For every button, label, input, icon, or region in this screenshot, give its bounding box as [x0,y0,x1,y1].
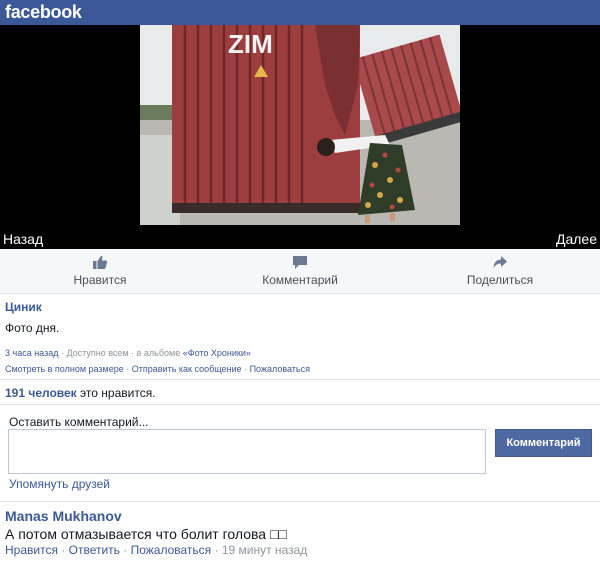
comment-report-link[interactable]: Пожаловаться [131,543,212,557]
comment-button-label: Комментарий [262,273,338,287]
comment-bubble-icon [293,256,307,269]
post-photo[interactable]: ZIM [140,25,460,225]
next-photo-link[interactable]: Далее [556,231,597,247]
mention-friends-link[interactable]: Упомянуть друзей [9,477,110,491]
post-text: Фото дня. [5,321,60,335]
post-timestamp[interactable]: 3 часа назад [5,348,58,358]
post-meta-line-2: Смотреть в полном размере · Отправить ка… [5,364,310,374]
comment-reply-link[interactable]: Ответить [69,543,120,557]
comment-item: Manas Mukhanov А потом отмазывается что … [0,501,600,563]
post-album-prefix: в альбоме [136,348,181,358]
photo-illustration: ZIM [140,25,460,225]
post-privacy: Доступно всем [66,348,129,358]
comment-meta: Нравится · Ответить · Пожаловаться · 19 … [5,543,308,557]
post-meta: 3 часа назад · Доступно всем · в альбоме… [5,345,595,377]
send-as-message-link[interactable]: Отправить как сообщение [132,364,242,374]
photo-viewer: ZIM Назад Далее [0,25,600,249]
like-button-label: Нравится [73,273,127,287]
view-full-size-link[interactable]: Смотреть в полном размере [5,364,124,374]
facebook-logo[interactable]: facebook [5,2,82,23]
report-post-link[interactable]: Пожаловаться [250,364,310,374]
like-button[interactable]: Нравится [30,255,170,287]
likes-summary: 191 человек это нравится. [0,379,600,405]
comment-text: А потом отмазывается что болит голова □□ [5,526,287,542]
comment-form-label: Оставить комментарий... [9,415,149,429]
comment-timestamp: 19 минут назад [221,543,308,557]
top-bar: facebook [0,0,600,25]
post-album-link[interactable]: «Фото Хроники» [183,348,251,358]
post-action-bar: Нравится Комментарий Поделиться [0,249,600,294]
thumbs-up-icon [93,255,108,269]
comment-like-link[interactable]: Нравится [5,543,58,557]
comment-button[interactable]: Комментарий [230,255,370,287]
comment-author[interactable]: Manas Mukhanov [5,508,595,524]
submit-comment-button[interactable]: Комментарий [495,429,592,457]
post-author[interactable]: Циник [5,300,595,314]
likes-count-link[interactable]: 191 человек [5,386,77,400]
comment-form: Оставить комментарий... Комментарий Упом… [0,405,600,501]
post-body: Циник Фото дня. 3 часа назад · Доступно … [5,300,595,377]
container-label: ZIM [228,29,273,59]
previous-photo-link[interactable]: Назад [3,231,43,247]
share-button-label: Поделиться [466,273,534,287]
post-meta-line-1: 3 часа назад · Доступно всем · в альбоме… [5,348,251,358]
comment-input[interactable] [8,429,486,474]
share-arrow-icon [493,256,507,268]
likes-suffix: это нравится. [80,386,156,400]
share-button[interactable]: Поделиться [430,255,570,287]
